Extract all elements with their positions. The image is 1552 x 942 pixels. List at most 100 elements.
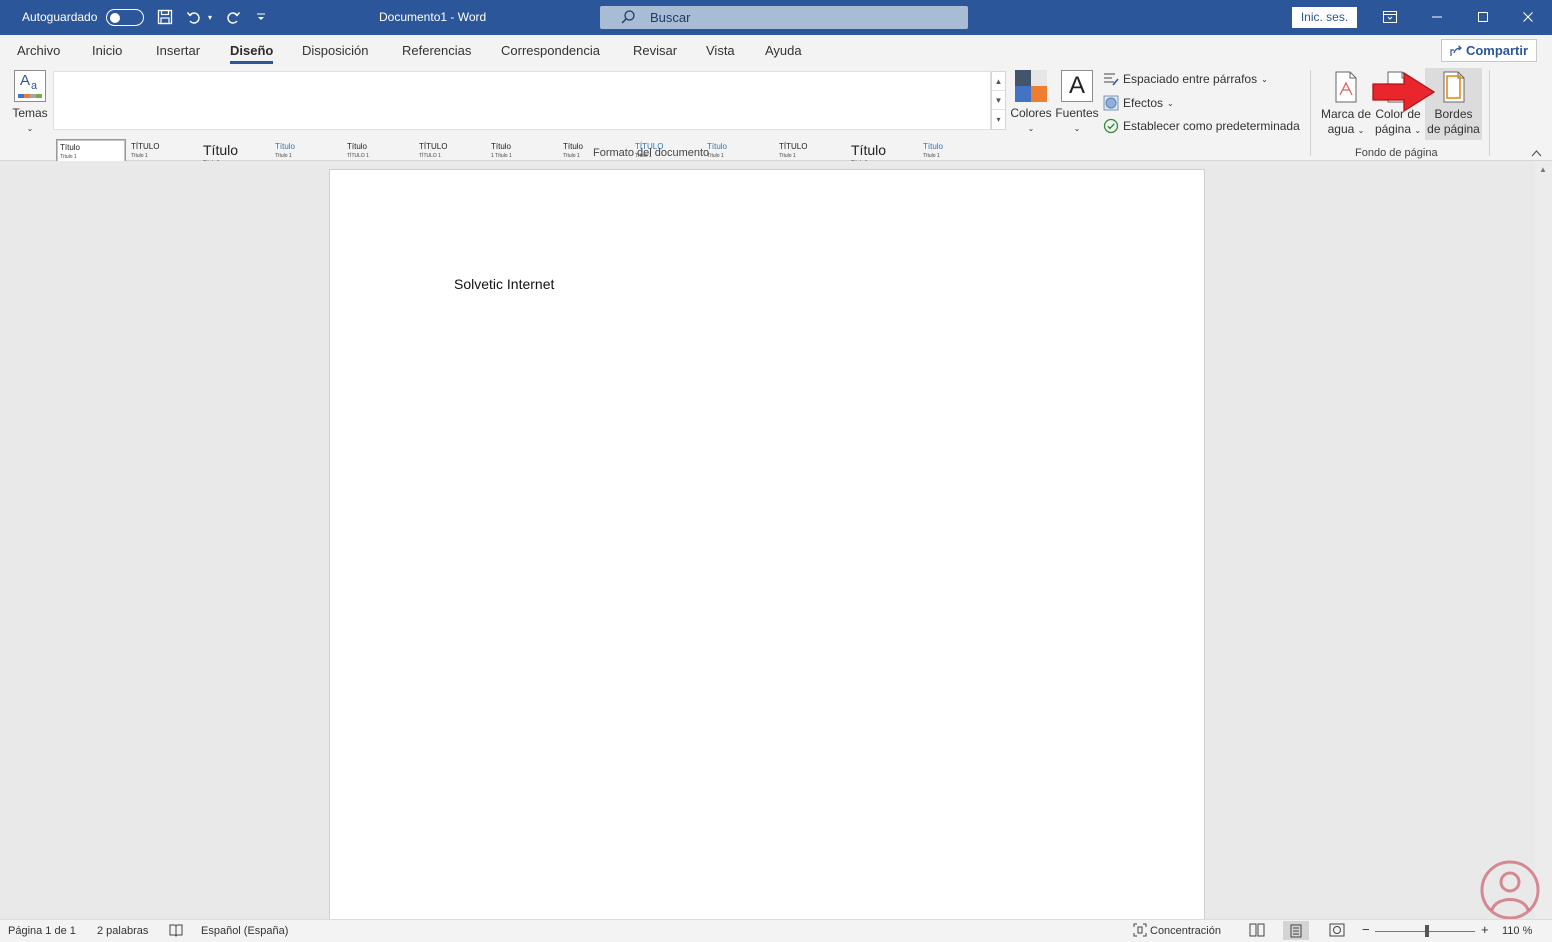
style-set-heading: Título [60, 143, 81, 152]
watermark-button[interactable]: Marca de agua ⌄ [1319, 71, 1373, 138]
style-set-subheading: TÍTULO 1 [419, 153, 441, 159]
search-placeholder: Buscar [650, 10, 691, 25]
group-separator [1310, 70, 1311, 156]
gallery-down-icon[interactable]: ▼ [992, 91, 1005, 110]
autosave-label: Autoguardado [22, 10, 98, 24]
redo-icon[interactable] [224, 7, 242, 27]
document-title: Documento1 - Word [379, 10, 487, 24]
undo-icon[interactable] [185, 7, 203, 27]
fonts-icon: A [1061, 70, 1093, 102]
autosave-toggle[interactable] [106, 9, 144, 26]
style-set-heading: Título [275, 142, 296, 151]
share-icon [1450, 44, 1462, 56]
style-set-heading: Título [923, 142, 944, 151]
document-text[interactable]: Solvetic Internet [454, 276, 554, 292]
gallery-scrollbar[interactable]: ▲ ▼ ▾ [991, 71, 1006, 130]
themes-button[interactable]: Aa Temas ⌄ [10, 70, 50, 136]
style-set-heading: Título [203, 142, 239, 158]
watermark-chevron-icon: ⌄ [1357, 126, 1365, 135]
collapse-ribbon-icon[interactable] [1531, 146, 1542, 160]
colors-chevron-icon: ⌄ [1027, 124, 1035, 133]
ribbon: Aa Temas ⌄ Título Título 1 TÍTULO Título 1 T… [0, 66, 1552, 193]
effects-button[interactable]: Efectos ⌄ [1103, 95, 1174, 111]
watermark-label-line2: agua [1327, 122, 1355, 136]
share-label: Compartir [1465, 43, 1529, 58]
style-set-subheading: Título 1 [60, 154, 77, 160]
paragraph-spacing-label: Espaciado entre párrafos [1123, 72, 1258, 86]
focus-icon[interactable] [1133, 923, 1147, 940]
watermark-icon [1335, 71, 1357, 103]
share-button[interactable]: Compartir [1441, 39, 1537, 62]
gallery-up-icon[interactable]: ▲ [992, 72, 1005, 91]
document-format-gallery[interactable] [53, 71, 991, 130]
paragraph-spacing-chevron-icon: ⌄ [1261, 74, 1268, 84]
vertical-scrollbar[interactable]: ▲ [1535, 161, 1552, 919]
tab-archivo[interactable]: Archivo [17, 43, 60, 58]
scroll-up-icon[interactable]: ▲ [1539, 165, 1547, 174]
word-count[interactable]: 2 palabras [97, 925, 148, 937]
style-set-subheading: Título 1 [779, 153, 796, 159]
language[interactable]: Español (España) [201, 925, 288, 937]
tab-diseno[interactable]: Diseño [230, 43, 273, 58]
colors-icon [1015, 70, 1047, 102]
fonts-button[interactable]: A Fuentes ⌄ [1055, 70, 1099, 136]
set-default-button[interactable]: Establecer como predeterminada [1103, 118, 1300, 134]
gallery-more-icon[interactable]: ▾ [992, 110, 1005, 129]
red-arrow-annotation [1372, 71, 1436, 113]
undo-dropdown-icon[interactable]: ▾ [205, 7, 215, 27]
page-color-chevron-icon: ⌄ [1414, 126, 1422, 135]
checkmark-circle-icon [1103, 118, 1119, 134]
set-default-label: Establecer como predeterminada [1123, 119, 1300, 133]
title-bar: Autoguardado ▾ Documento1 - Word Buscar … [0, 0, 1552, 35]
style-set-subheading: Título 1 [707, 153, 724, 159]
read-mode-icon[interactable] [1249, 923, 1265, 940]
style-set-subheading: TÍTULO 1 [347, 153, 369, 159]
signin-button[interactable]: Inic. ses. [1292, 7, 1357, 28]
colors-button[interactable]: Colores ⌄ [1010, 70, 1052, 136]
focus-label[interactable]: Concentración [1150, 925, 1221, 937]
logo-watermark-icon [1480, 860, 1540, 920]
style-set-heading: Título [851, 142, 887, 158]
style-set-heading: TÍTULO [419, 142, 448, 151]
effects-icon [1103, 95, 1119, 111]
fonts-label: Fuentes [1055, 106, 1099, 120]
save-icon[interactable] [156, 7, 174, 27]
customize-toolbar-icon[interactable] [256, 7, 266, 27]
close-icon[interactable] [1519, 8, 1537, 26]
page-color-label-line2: página [1374, 122, 1411, 136]
group-label-document-format: Formato del documento [593, 147, 710, 159]
group-separator-end [1489, 70, 1490, 156]
ribbon-display-options-icon[interactable] [1381, 8, 1399, 26]
tab-inicio[interactable]: Inicio [92, 43, 122, 58]
tab-correspondencia[interactable]: Correspondencia [501, 43, 600, 58]
proofing-icon[interactable] [169, 923, 183, 940]
style-set-heading: Título [491, 142, 512, 151]
themes-chevron-icon: ⌄ [26, 124, 34, 133]
paragraph-spacing-button[interactable]: Espaciado entre párrafos ⌄ [1103, 72, 1268, 86]
style-set-subheading: 1 Título 1 [491, 153, 512, 159]
page-count[interactable]: Página 1 de 1 [8, 925, 76, 937]
toggle-knob [110, 12, 120, 23]
minimize-icon[interactable] [1428, 8, 1446, 26]
zoom-slider-thumb[interactable] [1425, 925, 1429, 937]
paragraph-spacing-icon [1104, 73, 1119, 86]
tab-disposicion[interactable]: Disposición [302, 43, 368, 58]
maximize-icon[interactable] [1474, 8, 1492, 26]
tab-insertar[interactable]: Insertar [156, 43, 200, 58]
zoom-in-icon[interactable]: + [1481, 922, 1489, 937]
zoom-level[interactable]: 110 % [1502, 925, 1532, 937]
tab-referencias[interactable]: Referencias [402, 43, 471, 58]
ribbon-tab-bar: Archivo Inicio Insertar Diseño Disposici… [0, 35, 1552, 66]
tab-ayuda[interactable]: Ayuda [765, 43, 802, 58]
themes-icon: Aa [14, 70, 46, 102]
document-page[interactable]: Solvetic Internet [329, 169, 1205, 929]
fonts-chevron-icon: ⌄ [1073, 124, 1081, 133]
web-layout-icon[interactable] [1329, 923, 1345, 940]
print-layout-icon[interactable] [1283, 921, 1309, 940]
tab-vista[interactable]: Vista [706, 43, 735, 58]
effects-chevron-icon: ⌄ [1167, 98, 1174, 108]
zoom-out-icon[interactable]: − [1362, 922, 1370, 937]
style-set-heading: Título [707, 142, 728, 151]
tab-revisar[interactable]: Revisar [633, 43, 677, 58]
search-box[interactable]: Buscar [600, 6, 968, 29]
